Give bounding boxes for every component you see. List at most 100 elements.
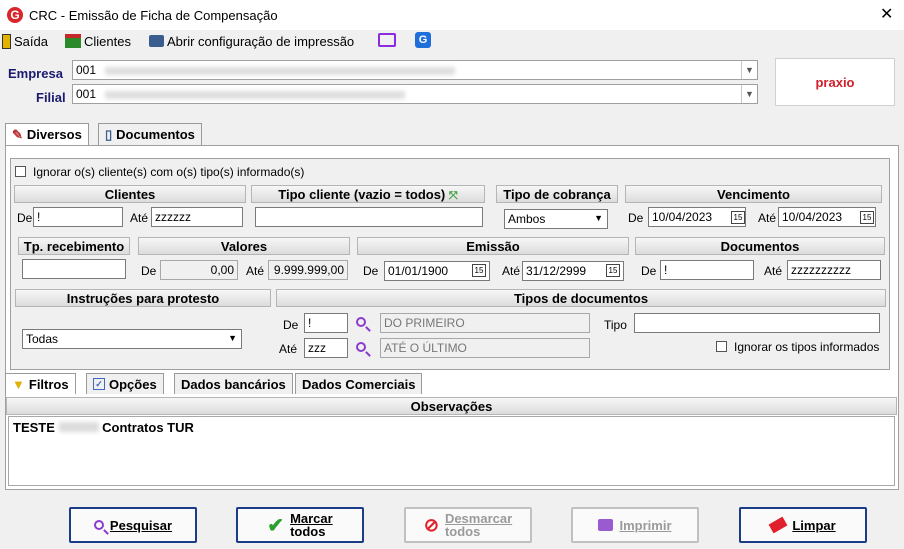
desmarcar-label-line2: todos (444, 524, 481, 539)
tab-filtros[interactable]: ▼ Filtros (5, 373, 76, 394)
observacoes-text-start: TESTE (13, 420, 55, 435)
documentos-ate-input[interactable]: zzzzzzzzzz (787, 260, 881, 280)
documentos-ate-label: Até (764, 264, 783, 278)
imprimir-button[interactable]: Imprimir (571, 507, 699, 543)
ignore-clients-label: Ignorar o(s) cliente(s) com o(s) tipo(s)… (33, 165, 305, 179)
calendar-icon[interactable]: 15 (606, 264, 620, 277)
tipo-cobranca-select[interactable]: Ambos ▼ (504, 209, 608, 229)
document-icon: ▯ (105, 126, 113, 142)
observacoes-textarea[interactable]: TESTE Contratos TUR (8, 416, 895, 486)
marcar-label-line2: todos (290, 524, 326, 539)
tipo-cliente-title: Tipo cliente (vazio = todos) (278, 187, 446, 202)
pencil-icon: ✎ (12, 126, 23, 142)
empresa-label: Empresa (8, 66, 63, 81)
search-icon[interactable] (356, 316, 366, 330)
tab-dados-comerciais-label: Dados Comerciais (302, 376, 416, 392)
search-icon (93, 520, 104, 530)
exit-door-icon (2, 33, 11, 49)
checkbox-icon: ✓ (93, 378, 105, 390)
clients-button[interactable]: Clientes (65, 32, 131, 50)
valores-de-input[interactable]: 0,00 (160, 260, 238, 280)
redacted-text (58, 422, 99, 432)
ignore-types-label: Ignorar os tipos informados (734, 340, 880, 354)
documentos-header: Documentos (635, 237, 885, 255)
desmarcar-label: Desmarcar todos (445, 512, 512, 538)
clients-label: Clientes (84, 33, 131, 49)
tab-documentos[interactable]: ▯ Documentos (98, 123, 202, 145)
valores-ate-label: Até (246, 264, 265, 278)
clientes-ate-input[interactable]: zzzzzz (151, 207, 243, 227)
vencimento-ate-label: Até (758, 211, 777, 225)
limpar-button[interactable]: Limpar (739, 507, 867, 543)
vencimento-ate-value: 10/04/2023 (782, 210, 843, 224)
eraser-icon (768, 516, 788, 534)
tp-recebimento-header: Tp. recebimento (18, 237, 130, 255)
pesquisar-button[interactable]: Pesquisar (69, 507, 197, 543)
redacted-empresa (105, 67, 455, 75)
imprimir-label: Imprimir (619, 517, 672, 533)
funnel-icon: ▼ (12, 376, 25, 392)
window-title: CRC - Emissão de Ficha de Compensação (29, 8, 278, 23)
tipos-doc-header: Tipos de documentos (276, 289, 886, 307)
chevron-down-icon: ▼ (741, 85, 757, 103)
tipos-doc-ate-input[interactable]: zzz (304, 338, 348, 358)
monitor-icon[interactable] (378, 33, 396, 47)
ignore-types-checkbox[interactable] (716, 341, 727, 352)
exit-label: Saída (14, 33, 48, 49)
clientes-de-label: De (17, 211, 33, 225)
emissao-de-value: 01/01/1900 (388, 264, 449, 278)
filial-label: Filial (36, 90, 66, 105)
tab-dados-bancarios[interactable]: Dados bancários (174, 373, 293, 394)
tipos-doc-de-label: De (283, 318, 299, 332)
instrucoes-select[interactable]: Todas ▼ (22, 329, 242, 349)
tipo-cobranca-header: Tipo de cobrança (496, 185, 618, 203)
limpar-label: Limpar (792, 517, 836, 533)
tab-dados-comerciais[interactable]: Dados Comerciais (295, 373, 423, 394)
tab-opcoes[interactable]: ✓ Opções (86, 373, 164, 394)
marcar-todos-button[interactable]: ✔ Marcar todos (236, 507, 364, 543)
print-config-button[interactable]: Abrir configuração de impressão (149, 32, 354, 50)
empresa-code: 001 (76, 63, 97, 77)
observacoes-header: Observações (6, 397, 897, 415)
vencimento-de-label: De (628, 211, 644, 225)
checkmark-icon: ✔ (267, 514, 285, 537)
company-logo: praxio (775, 58, 895, 106)
ignore-clients-checkbox[interactable] (15, 166, 26, 177)
valores-de-label: De (141, 264, 157, 278)
exit-button[interactable]: Saída (2, 32, 48, 50)
pesquisar-label: Pesquisar (109, 517, 173, 533)
g-app-icon[interactable]: G (415, 32, 431, 48)
clients-gift-icon (65, 34, 81, 48)
clientes-de-input[interactable]: ! (33, 207, 123, 227)
desmarcar-todos-button[interactable]: ⊘ Desmarcar todos (404, 507, 532, 543)
chevron-down-icon: ▼ (741, 61, 757, 79)
valores-ate-input[interactable]: 9.999.999,00 (268, 260, 348, 280)
calendar-icon[interactable]: 15 (860, 211, 874, 224)
instrucoes-header: Instruções para protesto (15, 289, 271, 307)
tipos-doc-ate-label: Até (279, 342, 298, 356)
app-logo-icon: G (7, 7, 23, 23)
filial-combo[interactable]: 001 ▼ (72, 84, 758, 104)
calendar-icon[interactable]: 15 (472, 264, 486, 277)
tipos-doc-tipo-input[interactable] (634, 313, 880, 333)
tp-recebimento-input[interactable] (22, 259, 126, 279)
tipos-doc-de-desc: DO PRIMEIRO (380, 313, 590, 333)
tipo-cliente-header: Tipo cliente (vazio = todos) ⤧ (251, 185, 485, 203)
empresa-combo[interactable]: 001 ▼ (72, 60, 758, 80)
calendar-icon[interactable]: 15 (731, 211, 745, 224)
expand-arrows-icon[interactable]: ⤧ (449, 190, 458, 202)
search-icon[interactable] (356, 341, 366, 355)
tipo-cliente-input[interactable] (255, 207, 483, 227)
prohibited-icon: ⊘ (423, 514, 439, 535)
emissao-de-label: De (363, 264, 379, 278)
tipos-doc-tipo-label: Tipo (604, 318, 627, 332)
documentos-de-input[interactable]: ! (660, 260, 754, 280)
vencimento-de-value: 10/04/2023 (652, 210, 713, 224)
emissao-ate-value: 31/12/2999 (526, 264, 587, 278)
tipos-doc-de-input[interactable]: ! (304, 313, 348, 333)
tab-documentos-label: Documentos (116, 127, 195, 142)
tab-diversos-label: Diversos (26, 127, 82, 142)
emissao-header: Emissão (357, 237, 629, 255)
close-icon[interactable]: ✕ (880, 4, 893, 24)
tab-diversos[interactable]: ✎ Diversos (5, 123, 89, 145)
